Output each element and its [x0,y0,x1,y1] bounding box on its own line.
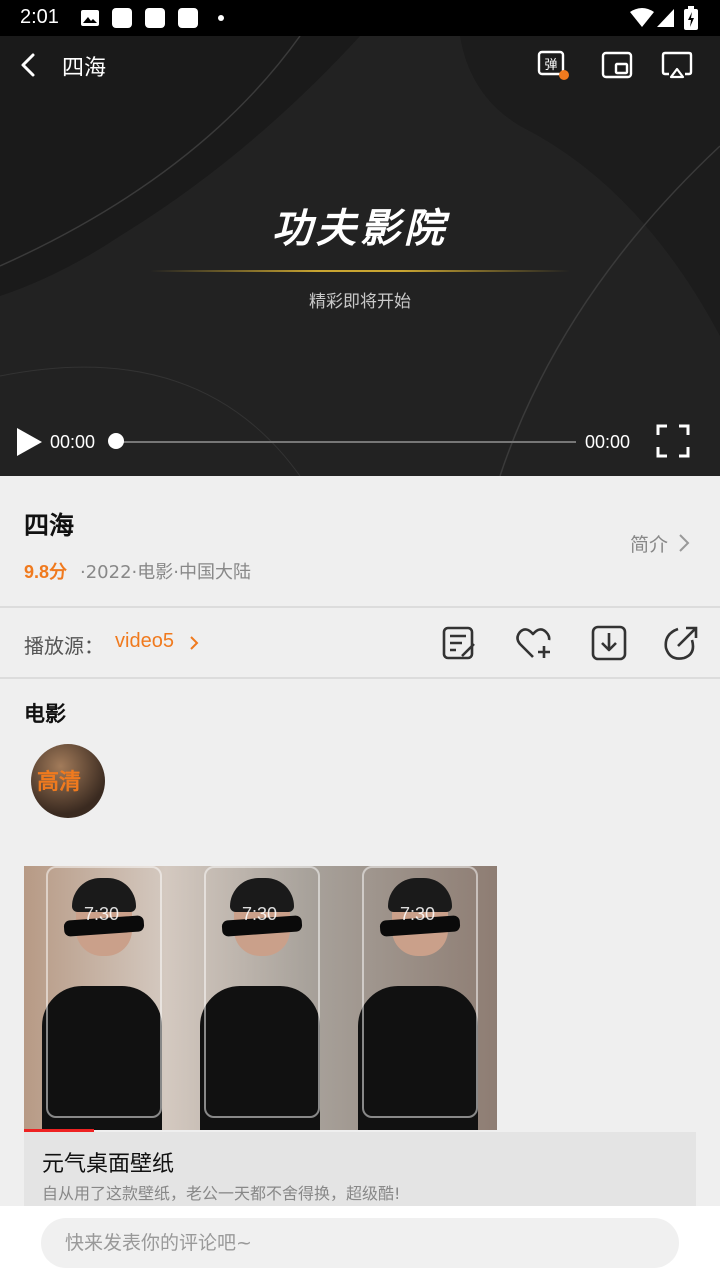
ad-panel: 7:30 [340,866,497,1130]
signal-icon [657,9,674,27]
player-background [0,36,720,476]
section-title: 电影 [24,702,66,726]
comment-bar [0,1206,720,1280]
ad-title: 元气桌面壁纸 [42,1152,175,1177]
notification-icon [145,8,165,28]
seek-thumb[interactable] [108,433,124,449]
picture-in-picture-icon[interactable] [600,48,634,82]
ad-card[interactable]: 元气桌面壁纸 自从用了这款壁纸，老公一天都不舍得换，超级酷! [24,1132,696,1206]
avatar-label: 高清 [37,770,82,795]
notification-icon [112,8,132,28]
ad-panel: 7:30 [182,866,339,1130]
gallery-icon [81,10,99,26]
current-time: 00:00 [50,432,96,452]
movie-meta: ·2022·电影·中国大陆 [80,562,251,583]
danmaku-button[interactable]: 弹 [536,48,570,82]
fullscreen-icon[interactable] [656,424,690,458]
logo-divider [150,270,570,272]
ad-phone-time: 7:30 [84,904,120,924]
cast-icon[interactable] [660,48,694,82]
more-notifications-icon [218,15,224,21]
source-selector[interactable]: video5 [115,630,174,653]
back-button[interactable] [14,50,44,80]
status-bar: 2:01 [0,0,720,36]
ad-phone-time: 7:30 [242,904,278,924]
movie-title: 四海 [24,511,75,540]
player-logo: 功夫影院 [272,205,448,252]
battery-icon [684,6,698,30]
intro-link[interactable]: 简介 [630,530,668,557]
status-time: 2:01 [20,6,59,28]
download-icon[interactable] [590,624,628,662]
ad-description: 自从用了这款壁纸，老公一天都不舍得换，超级酷! [42,1184,401,1203]
seek-bar[interactable] [116,441,576,443]
chevron-right-icon[interactable] [676,532,692,554]
wifi-icon [630,8,654,27]
divider [0,677,720,679]
movie-info: 四海 9.8分 ·2022·电影·中国大陆 简介 [0,476,720,606]
movie-score: 9.8分 [24,562,68,582]
duration: 00:00 [585,432,631,452]
quality-avatar[interactable]: 高清 [31,744,105,818]
favorite-add-icon[interactable] [514,624,552,662]
ad-panel: 7:30 [24,866,181,1130]
share-icon[interactable] [662,624,700,662]
comment-input[interactable] [41,1218,679,1268]
play-button[interactable] [14,426,44,458]
source-row: 播放源： video5 [0,608,720,678]
video-player[interactable]: 四海 弹 功夫影院 精彩即将开始 00:00 00:00 [0,36,720,476]
player-title: 四海 [62,56,107,81]
danmaku-icon: 弹 [537,50,569,80]
ad-phone-time: 7:30 [400,904,436,924]
danmaku-label: 弹 [544,58,557,73]
source-label: 播放源： [24,634,104,658]
notification-icon [178,8,198,28]
player-subtitle: 精彩即将开始 [309,292,411,312]
ad-image[interactable]: 7:30 7:30 7:30 [24,866,497,1130]
chevron-right-icon[interactable] [188,634,200,652]
edit-note-icon[interactable] [440,624,478,662]
